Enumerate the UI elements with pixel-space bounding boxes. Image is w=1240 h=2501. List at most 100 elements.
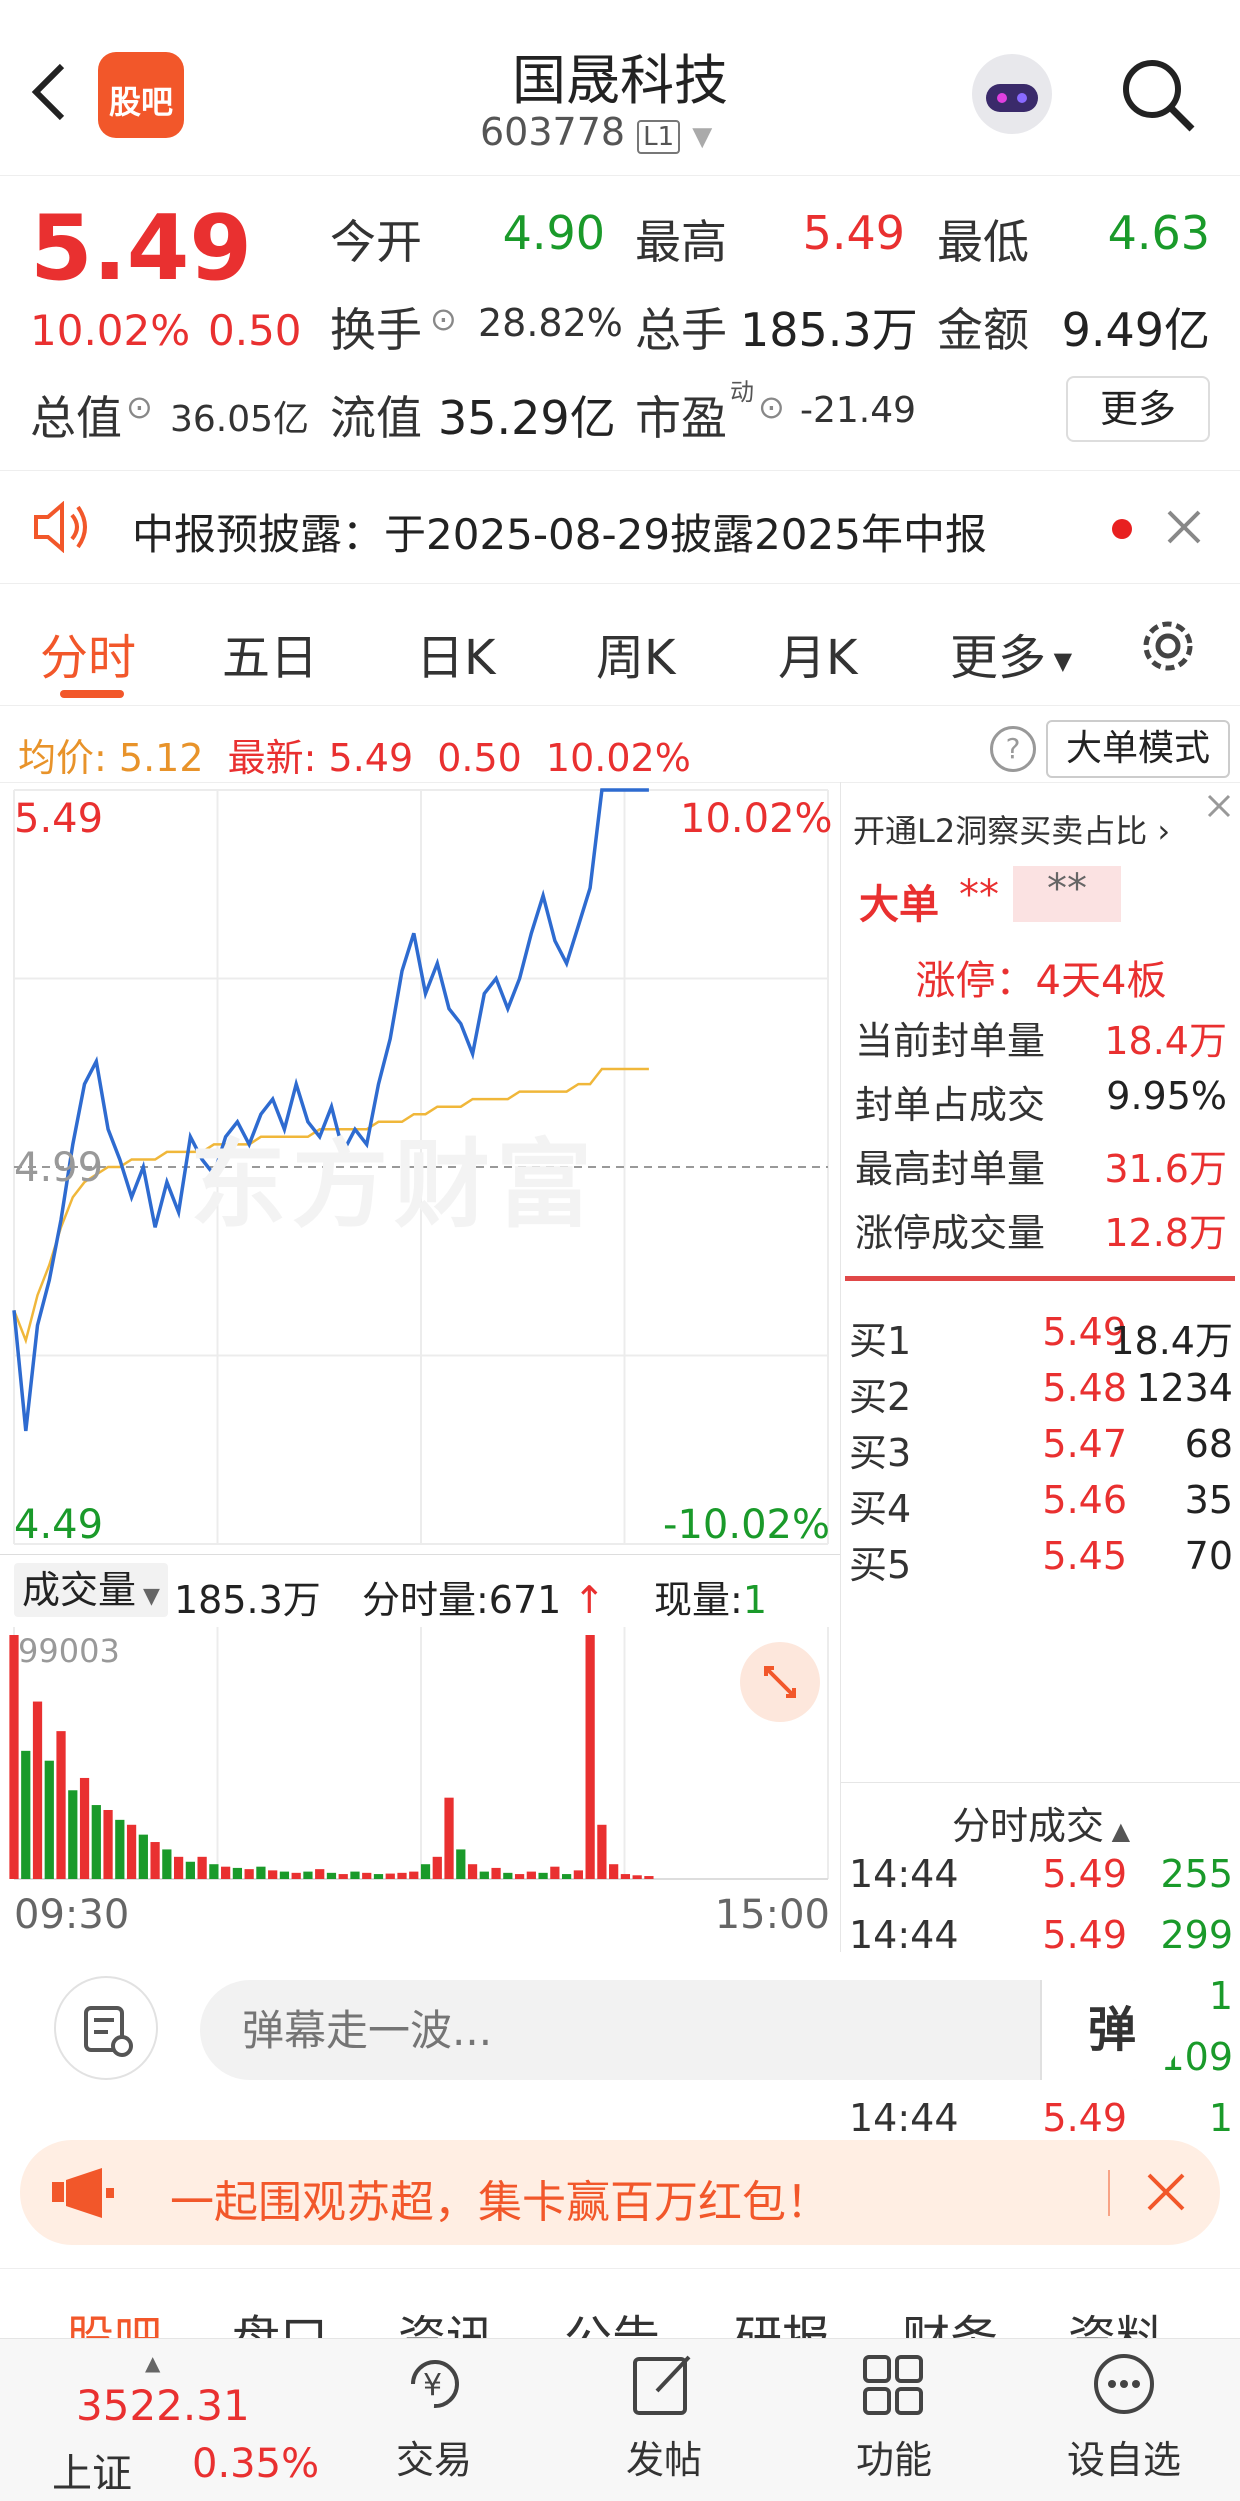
stat-label: 涨停成交量 [855,1202,1045,1257]
volume-total: 185.3万 [174,1569,321,1624]
tab-handicap[interactable]: 盘口 [232,2299,328,2339]
volume-bar [644,1876,653,1879]
danmaku-input[interactable]: 弹 [200,1980,1180,2080]
nav-add-watchlist[interactable]: 设自选 [1054,2349,1194,2484]
intraday-chart[interactable]: 东方财富 5.49 4.99 4.49 10.02% -10.02% 成交量 ▼… [0,782,840,1952]
ticks-title: 分时成交 [952,1804,1104,1848]
volume-bar [421,1864,430,1879]
danmaku-send-button[interactable]: 弹 [1040,1980,1182,2080]
danmaku-settings-icon[interactable] [54,1976,158,2080]
index-ticker[interactable]: ▲ 3522.31 上证 0.35% [40,2351,330,2491]
info-icon[interactable]: ⊙ [430,300,457,338]
sort-up-icon: ▲ [1104,1817,1130,1845]
amount-value: 9.49亿 [1060,294,1210,360]
l2-promo-text: 开通L2洞察买卖占比 [853,812,1147,850]
volume-bar [527,1872,536,1879]
tab-profile[interactable]: 资料 [1068,2299,1164,2339]
volume-bar [515,1874,524,1879]
volume-legend: 成交量 ▼ 185.3万 分时量:671 ↑ 现量:1 [0,1554,840,1627]
info-icon[interactable]: ⊙ [758,388,785,426]
high-label: 最高 [635,206,727,272]
nav-features[interactable]: 功能 [824,2349,964,2484]
close-icon[interactable] [1146,2172,1186,2212]
volume-bar [292,1873,301,1879]
back-icon[interactable] [28,62,68,122]
last-change: 0.50 [437,736,522,780]
tab-research[interactable]: 研报 [734,2299,830,2339]
volume-bar [150,1842,159,1879]
volume-bar [303,1872,312,1879]
tick-qty: 1 [1209,2096,1233,2140]
bid-qty: 70 [1185,1534,1233,1578]
nav-post[interactable]: 发帖 [594,2349,734,2484]
guba-logo[interactable]: 股吧 [98,52,184,138]
level-badge: L1 [637,120,680,154]
volume-label: 成交量 [22,1568,136,1612]
close-icon[interactable] [1166,509,1202,545]
tab-weekly-k[interactable]: 周K [596,618,675,688]
tab-news[interactable]: 资讯 [398,2299,494,2339]
l2-promo[interactable]: 开通L2洞察买卖占比 › [853,806,1170,852]
volume-chart-svg[interactable] [0,1627,840,1887]
stat-label: 当前封单量 [855,1010,1045,1065]
nav-trade-label: 交易 [364,2429,504,2484]
tab-announcement[interactable]: 公告 [564,2299,660,2339]
tick-time: 14:44 [849,1913,959,1957]
nav-trade[interactable]: ¥ 交易 [364,2349,504,2484]
volume-bar [456,1849,465,1879]
volume-bar [480,1872,489,1879]
volume-bar [21,1751,30,1879]
info-icon[interactable]: ⊙ [126,388,153,426]
volume-label: 总手 [635,294,727,360]
notice-bar[interactable]: 中报预披露：于2025-08-29披露2025年中报 [0,470,1240,584]
search-icon[interactable] [1118,55,1198,135]
danmaku-input-field[interactable] [240,1998,1024,2062]
volume-bar [115,1820,124,1879]
volume-selector[interactable]: 成交量 ▼ [14,1563,168,1617]
tab-five-day[interactable]: 五日 [222,618,318,688]
robot-assistant-icon[interactable] [966,48,1058,140]
tab-more[interactable]: 更多 ▼ [950,618,1072,688]
y-axis-top-price: 5.49 [14,796,103,842]
stock-name: 国晟科技 [420,36,820,115]
change-amount: 0.50 [208,306,302,355]
stock-code-row[interactable]: 603778 L1 ▼ [480,110,780,154]
big-order-mode-button[interactable]: 大单模式 [1046,720,1230,778]
tick-price: 5.49 [1011,1913,1127,1957]
tab-intraday[interactable]: 分时 [40,618,136,688]
tab-guba[interactable]: 股吧 [66,2299,162,2339]
tick-volume: 分时量:671 ↑ [362,1569,605,1624]
nav-features-label: 功能 [824,2429,964,2484]
nav-add-watchlist-label: 设自选 [1054,2429,1194,2484]
volume-bar [609,1864,618,1879]
volume-bar [127,1825,136,1879]
tick-qty: 299 [1160,1913,1233,1957]
pe-label: 市盈 [635,382,727,448]
avg-value: 5.12 [119,736,204,780]
settings-gear-icon[interactable] [1136,614,1200,678]
volume-bar [386,1874,395,1879]
dropdown-icon: ▼ [136,1584,160,1609]
now-volume: 现量:1 [654,1569,767,1624]
volume-bar [268,1870,277,1879]
close-icon[interactable] [1201,788,1237,824]
chevron-right-icon: › [1147,812,1170,850]
mktcap-value: 36.05亿 [170,390,309,442]
mktcap-label: 总值 [30,382,122,448]
chart-legend: 均价: 5.12 最新: 5.49 0.50 10.02% ? 大单模式 [0,712,1240,783]
ticks-header[interactable]: 分时成交 ▲ [841,1782,1240,1850]
tab-finance[interactable]: 财务 [902,2299,998,2339]
volume-bar [245,1869,254,1879]
quote-panel: 5.49 10.02% 0.50 今开 4.90 最高 5.49 最低 4.63… [0,176,1240,466]
fullscreen-icon[interactable] [740,1642,820,1722]
volume-bar [339,1874,348,1879]
promo-banner[interactable]: 一起围观苏超，集卡赢百万红包！ [20,2140,1220,2245]
tab-monthly-k[interactable]: 月K [778,618,857,688]
volume-bar [468,1864,477,1879]
volume-bar [633,1875,642,1879]
more-button[interactable]: 更多 [1066,376,1210,442]
tab-daily-k[interactable]: 日K [416,618,495,688]
help-icon[interactable]: ? [990,726,1036,772]
tick-time: 14:44 [849,1852,959,1896]
time-start-label: 09:30 [14,1892,129,1938]
